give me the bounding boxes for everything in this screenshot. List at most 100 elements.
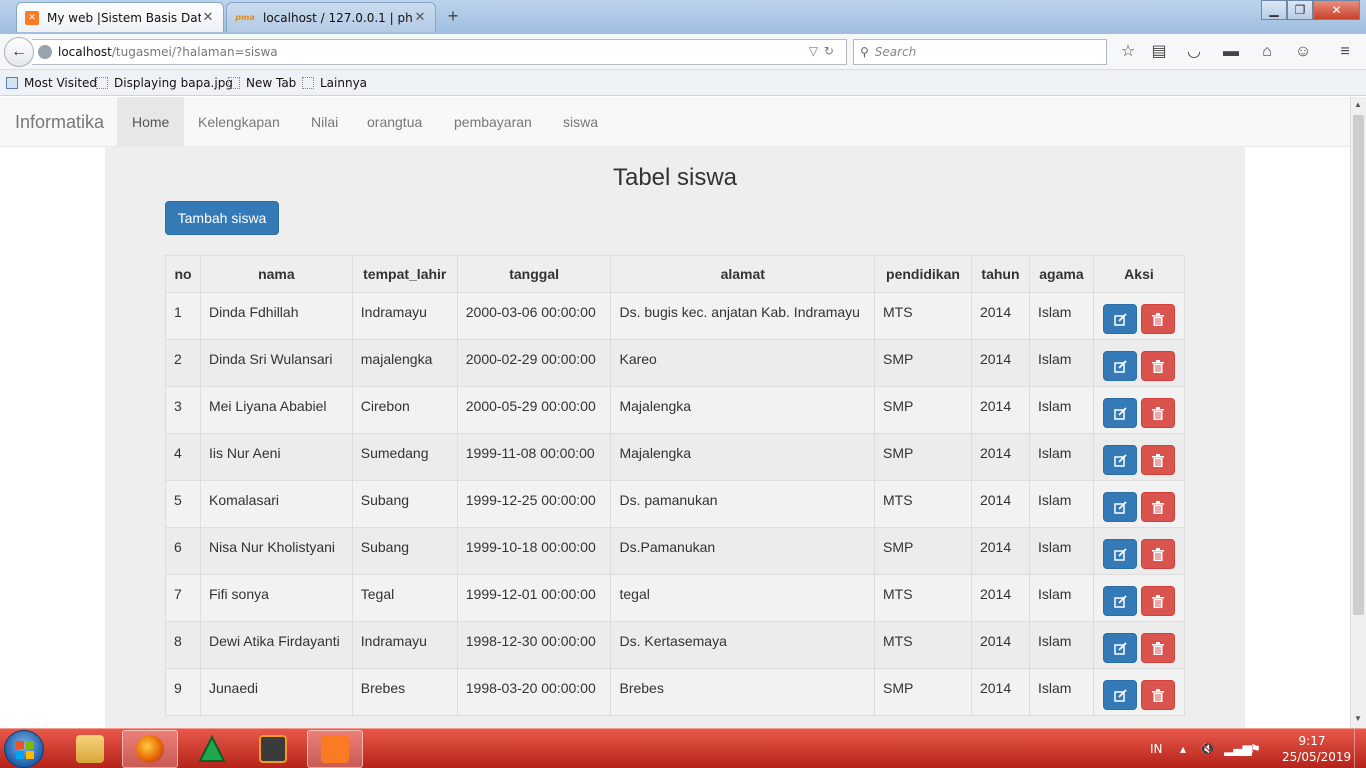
cell-nama: Junaedi (199, 668, 353, 716)
bookmark-lainnya[interactable]: Lainnya (302, 76, 367, 90)
table-row: 5 Komalasari Subang 1999-12-25 00:00:00 Ds. … (165, 480, 1186, 528)
back-button[interactable]: ← (4, 37, 34, 67)
bookmark-star-icon[interactable]: ☆ (1117, 42, 1139, 64)
menu-icon[interactable]: ≡ (1334, 42, 1356, 64)
edit-button[interactable] (1102, 492, 1137, 522)
smiley-icon[interactable]: ☺ (1292, 42, 1314, 64)
cell-no: 1 (165, 292, 201, 340)
edit-button[interactable] (1102, 680, 1137, 710)
cell-agama: Islam (1028, 386, 1094, 434)
show-desktop-button[interactable] (1354, 729, 1366, 768)
cell-tempat-lahir: Cirebon (351, 386, 458, 434)
delete-button[interactable] (1140, 398, 1175, 428)
sublime-text-icon (259, 735, 287, 763)
trash-icon (1151, 595, 1164, 608)
pocket-icon[interactable]: ◡ (1183, 42, 1205, 64)
close-icon[interactable]: ✕ (413, 10, 427, 25)
action-center-icon[interactable]: ⚑ (1250, 729, 1261, 768)
site-brand[interactable]: Informatika (15, 97, 104, 147)
bookmark-most-visited[interactable]: Most Visited (6, 76, 97, 90)
new-tab-button[interactable]: + (442, 6, 464, 28)
tab-phpmyadmin[interactable]: pma localhost / 127.0.0.1 | php... ✕ (226, 2, 436, 32)
delete-button[interactable] (1140, 539, 1175, 569)
nav-home[interactable]: Home (117, 97, 185, 147)
system-clock[interactable]: 9:17 25/05/2019 (1282, 733, 1351, 765)
col-header-nama: nama (199, 255, 353, 293)
bookmark-displaying[interactable]: Displaying bapa.jpg (96, 76, 233, 90)
page-title: Tabel siswa (612, 164, 738, 191)
scroll-down-icon[interactable]: ▼ (1354, 714, 1362, 723)
reload-icon[interactable]: ▽↻ (809, 44, 840, 58)
search-placeholder: Search (874, 45, 917, 59)
edit-icon (1114, 548, 1127, 561)
nav-pembayaran[interactable]: pembayaran (439, 97, 547, 147)
start-button[interactable] (4, 730, 44, 768)
nav-orangtua[interactable]: orangtua (352, 97, 437, 147)
delete-button[interactable] (1140, 445, 1175, 475)
delete-button[interactable] (1140, 680, 1175, 710)
cell-nama: Dewi Atika Firdayanti (199, 621, 353, 669)
taskbar-app-firefox[interactable] (122, 730, 178, 768)
cell-alamat: Majalengka (610, 433, 875, 481)
taskbar-app-sublime[interactable] (245, 730, 301, 768)
edit-icon (1114, 595, 1127, 608)
cell-no: 6 (165, 527, 201, 575)
close-icon[interactable]: ✕ (201, 10, 215, 25)
nav-kelengkapan[interactable]: Kelengkapan (183, 97, 295, 147)
page-icon (228, 77, 240, 89)
edit-button[interactable] (1102, 445, 1137, 475)
tray-arrow-icon[interactable]: ▴ (1180, 729, 1186, 768)
cell-alamat: Ds. Kertasemaya (610, 621, 875, 669)
search-input[interactable]: ⚲ Search (853, 39, 1107, 65)
cell-pendidikan: SMP (874, 386, 972, 434)
taskbar-app-xampp[interactable] (307, 730, 363, 768)
download-icon[interactable]: ▬ (1220, 42, 1242, 64)
volume-muted-icon[interactable]: 🔇 (1200, 729, 1215, 768)
edit-button[interactable] (1102, 398, 1137, 428)
add-siswa-button[interactable]: Tambah siswa (165, 201, 279, 235)
cell-nama: Komalasari (199, 480, 353, 528)
maximize-button[interactable]: ❐ (1287, 0, 1313, 20)
edit-icon (1114, 689, 1127, 702)
green-triangle-app-icon (198, 735, 226, 762)
delete-button[interactable] (1140, 304, 1175, 334)
language-indicator[interactable]: IN (1150, 729, 1163, 768)
browser-titlebar: ✕ My web |Sistem Basis Data| ✕ pma local… (0, 0, 1366, 34)
minimize-button[interactable]: ▁ (1261, 0, 1287, 20)
table-row: 7 Fifi sonya Tegal 1999-12-01 00:00:00 tegal… (165, 574, 1186, 622)
edit-button[interactable] (1102, 633, 1137, 663)
taskbar-app-explorer[interactable] (62, 730, 118, 768)
delete-button[interactable] (1140, 586, 1175, 616)
cell-aksi (1092, 292, 1186, 340)
scrollbar-thumb[interactable] (1353, 115, 1364, 615)
address-bar[interactable]: localhost/tugasmei/?halaman=siswa ▽↻ (32, 39, 847, 65)
trash-icon (1151, 689, 1164, 702)
edit-button[interactable] (1102, 586, 1137, 616)
cell-pendidikan: SMP (874, 433, 972, 481)
cell-tanggal: 1999-10-18 00:00:00 (456, 527, 612, 575)
reading-list-icon[interactable]: ▤ (1148, 42, 1170, 64)
home-icon[interactable]: ⌂ (1256, 42, 1278, 64)
window-close-button[interactable]: ✕ (1313, 0, 1360, 20)
nav-siswa[interactable]: siswa (548, 97, 613, 147)
delete-button[interactable] (1140, 351, 1175, 381)
cell-tempat-lahir: Subang (351, 480, 458, 528)
taskbar-app-green[interactable] (184, 730, 240, 768)
edit-button[interactable] (1102, 351, 1137, 381)
url-path: /tugasmei/?halaman=siswa (111, 45, 278, 59)
edit-button[interactable] (1102, 539, 1137, 569)
firefox-icon (136, 735, 164, 763)
network-signal-icon[interactable]: ▂▄▆ (1224, 729, 1252, 768)
nav-nilai[interactable]: Nilai (296, 97, 353, 147)
tab-my-web[interactable]: ✕ My web |Sistem Basis Data| ✕ (16, 2, 224, 32)
cell-no: 4 (165, 433, 201, 481)
edit-button[interactable] (1102, 304, 1137, 334)
bookmark-new-tab[interactable]: New Tab (228, 76, 296, 90)
scroll-up-icon[interactable]: ▲ (1354, 100, 1362, 109)
cell-aksi (1092, 621, 1186, 669)
cell-aksi (1092, 339, 1186, 387)
vertical-scrollbar[interactable]: ▲ ▼ (1350, 97, 1366, 728)
cell-tahun: 2014 (970, 621, 1030, 669)
delete-button[interactable] (1140, 633, 1175, 663)
delete-button[interactable] (1140, 492, 1175, 522)
